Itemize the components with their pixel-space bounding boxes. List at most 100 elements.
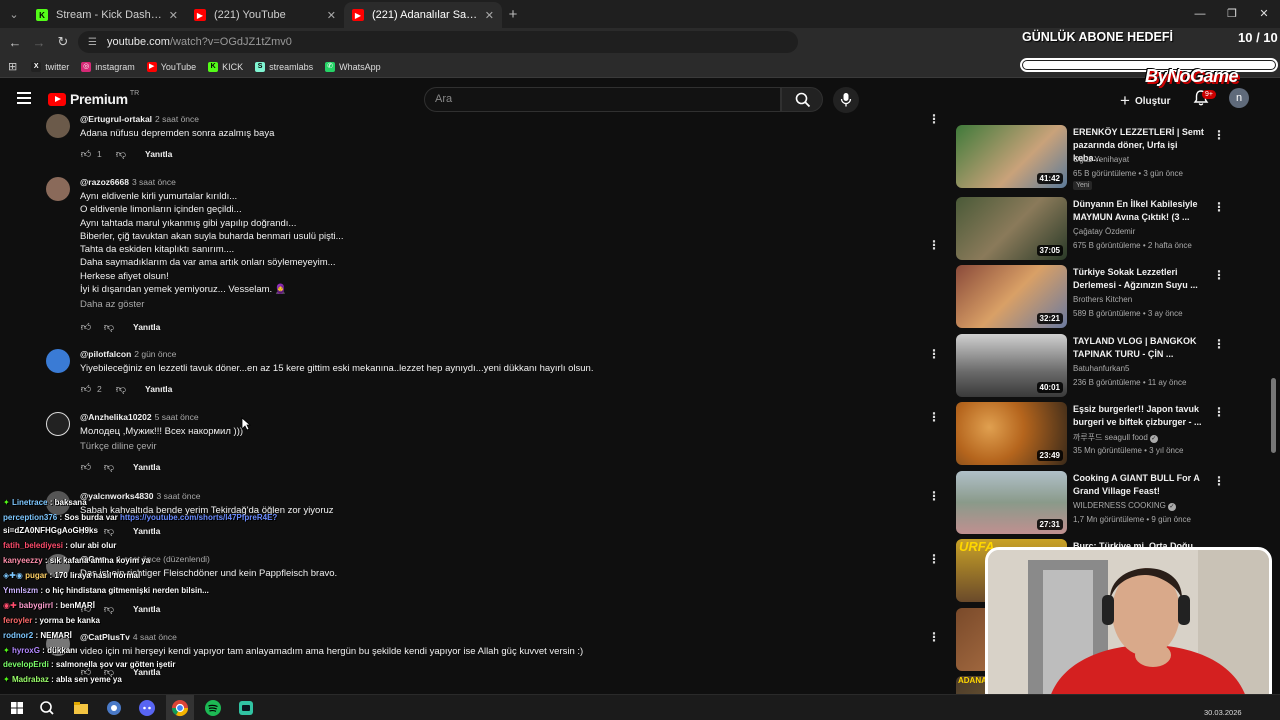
related-video[interactable]: 32:21 Türkiye Sokak Lezzetleri Derlemesi… bbox=[955, 265, 1275, 331]
close-tab-icon[interactable]: ✕ bbox=[485, 9, 494, 22]
video-title[interactable]: Cooking A GIANT BULL For A Grand Village… bbox=[1073, 472, 1208, 498]
tab-kick-dashboard[interactable]: K Stream - Kick Dashboard ✕ bbox=[28, 2, 186, 28]
more-options-icon[interactable]: ⋮ bbox=[928, 410, 940, 424]
related-video[interactable]: 41:42 ERENKÖY LEZZETLERİ | Semt pazarınd… bbox=[955, 125, 1275, 191]
related-video[interactable]: 37:05 Dünyanın En İlkel Kabilesiyle MAYM… bbox=[955, 197, 1275, 263]
more-options-icon[interactable]: ⋮ bbox=[1213, 474, 1225, 488]
more-options-icon[interactable]: ⋮ bbox=[928, 630, 940, 644]
url-field[interactable]: ☰ youtube.com/watch?v=OGdJZ1tZmv0 bbox=[78, 31, 798, 53]
streamlabs-icon[interactable] bbox=[237, 699, 255, 717]
commenter-name[interactable]: @pilotfalcon bbox=[80, 349, 131, 359]
search-input[interactable]: Ara bbox=[424, 87, 781, 112]
dislike-icon[interactable]: 👎︎ bbox=[103, 461, 115, 473]
show-less-button[interactable]: Daha az göster bbox=[80, 299, 144, 310]
more-options-icon[interactable]: ⋮ bbox=[928, 238, 940, 252]
tab-video-active[interactable]: ▶ (221) Adanalılar Sabahın Körün ✕ bbox=[344, 2, 502, 28]
dislike-icon[interactable]: 👎︎ bbox=[103, 321, 115, 333]
like-icon[interactable]: 👍︎ bbox=[80, 461, 92, 473]
video-thumbnail[interactable]: 40:01 bbox=[956, 334, 1067, 397]
like-icon[interactable]: 👍︎ bbox=[80, 383, 92, 395]
bookmark-twitter[interactable]: Xtwitter bbox=[31, 61, 69, 72]
commenter-name[interactable]: @Ertugrul-ortakal bbox=[80, 114, 152, 124]
minimize-icon[interactable]: — bbox=[1184, 0, 1216, 28]
close-tab-icon[interactable]: ✕ bbox=[169, 9, 178, 22]
comment-time[interactable]: 2 gün önce bbox=[134, 349, 176, 359]
chrome-icon[interactable] bbox=[171, 699, 189, 717]
video-thumbnail[interactable]: 23:49 bbox=[956, 402, 1067, 465]
related-video[interactable]: 40:01 TAYLAND VLOG | BANGKOK TAPINAK TUR… bbox=[955, 334, 1275, 400]
bookmark-kick[interactable]: K KICK bbox=[208, 61, 243, 72]
commenter-name[interactable]: @Anzhelika10202 bbox=[80, 412, 152, 422]
video-title[interactable]: Türkiye Sokak Lezzetleri Derlemesi - Ağz… bbox=[1073, 266, 1208, 292]
reply-button[interactable]: Yanıtla bbox=[133, 322, 160, 332]
commenter-avatar[interactable] bbox=[46, 349, 70, 373]
comment-time[interactable]: 2 saat önce bbox=[155, 114, 199, 124]
commenter-avatar[interactable] bbox=[46, 177, 70, 201]
video-thumbnail[interactable]: 41:42 bbox=[956, 125, 1067, 188]
video-thumbnail[interactable]: 32:21 bbox=[956, 265, 1067, 328]
dislike-icon[interactable]: 👎︎ bbox=[115, 148, 127, 160]
search-button[interactable] bbox=[781, 87, 823, 112]
bookmark-youtube[interactable]: ▶ YouTube bbox=[146, 61, 196, 72]
translate-button[interactable]: Türkçe diline çevir bbox=[80, 441, 157, 452]
like-icon[interactable]: 👍︎ bbox=[80, 321, 92, 333]
file-explorer-icon[interactable] bbox=[72, 699, 90, 717]
bookmark-whatsapp[interactable]: ✆ WhatsApp bbox=[325, 61, 381, 72]
commenter-avatar[interactable] bbox=[46, 114, 70, 138]
menu-icon[interactable] bbox=[17, 92, 31, 107]
account-avatar[interactable]: n bbox=[1229, 88, 1249, 108]
channel-name[interactable]: WILDERNESS COOKING ✓ bbox=[1073, 501, 1176, 511]
tab-search-icon[interactable]: ⌄ bbox=[0, 0, 28, 28]
discord-icon[interactable] bbox=[138, 699, 156, 717]
apps-icon[interactable]: ⊞ bbox=[8, 60, 17, 73]
voice-search-button[interactable] bbox=[833, 87, 859, 113]
tab-youtube[interactable]: ▶ (221) YouTube ✕ bbox=[186, 2, 344, 28]
more-options-icon[interactable]: ⋮ bbox=[1213, 200, 1225, 214]
forward-icon[interactable]: → bbox=[27, 35, 51, 50]
create-button[interactable]: + Oluştur bbox=[1120, 91, 1171, 111]
more-options-icon[interactable]: ⋮ bbox=[928, 489, 940, 503]
channel-name[interactable]: Batuhanfurkan5 bbox=[1073, 364, 1130, 373]
more-options-icon[interactable]: ⋮ bbox=[1213, 337, 1225, 351]
video-thumbnail[interactable]: 27:31 bbox=[956, 471, 1067, 534]
new-tab-button[interactable]: + bbox=[502, 6, 524, 23]
youtube-premium-logo[interactable]: Premium TR bbox=[48, 90, 139, 107]
more-options-icon[interactable]: ⋮ bbox=[928, 552, 940, 566]
reply-button[interactable]: Yanıtla bbox=[145, 384, 172, 394]
reload-icon[interactable]: ↻ bbox=[51, 34, 75, 50]
bookmark-streamlabs[interactable]: Sstreamlabs bbox=[255, 61, 313, 72]
comment-time[interactable]: 5 saat önce bbox=[155, 412, 199, 422]
video-title[interactable]: Eşsiz burgerler!! Japon tavuk burgeri ve… bbox=[1073, 403, 1208, 429]
like-icon[interactable]: 👍︎ bbox=[80, 148, 92, 160]
more-options-icon[interactable]: ⋮ bbox=[1213, 405, 1225, 419]
commenter-avatar[interactable] bbox=[46, 412, 70, 436]
windows-start-icon[interactable] bbox=[8, 699, 26, 717]
site-info-icon[interactable]: ☰ bbox=[88, 37, 97, 48]
commenter-name[interactable]: @razoz6668 bbox=[80, 177, 129, 187]
video-thumbnail[interactable]: 37:05 bbox=[956, 197, 1067, 260]
close-window-icon[interactable]: ✕ bbox=[1248, 0, 1280, 28]
comment-time[interactable]: 3 saat önce bbox=[132, 177, 176, 187]
channel-name[interactable]: Oğuz Yenihayat bbox=[1073, 155, 1129, 164]
close-tab-icon[interactable]: ✕ bbox=[327, 9, 336, 22]
channel-name[interactable]: Brothers Kitchen bbox=[1073, 295, 1132, 304]
video-title[interactable]: Dünyanın En İlkel Kabilesiyle MAYMUN Avı… bbox=[1073, 198, 1208, 224]
channel-name[interactable]: Çağatay Özdemir bbox=[1073, 227, 1135, 236]
chat-link[interactable]: https://youtube.com/shorts/l47PfpreR4E? bbox=[120, 513, 277, 522]
back-icon[interactable]: ← bbox=[3, 35, 27, 50]
reply-button[interactable]: Yanıtla bbox=[133, 462, 160, 472]
spotify-icon[interactable] bbox=[204, 699, 222, 717]
page-scrollbar[interactable] bbox=[1271, 378, 1276, 453]
more-options-icon[interactable]: ⋮ bbox=[928, 347, 940, 361]
bookmark-instagram[interactable]: ◎ instagram bbox=[81, 61, 135, 72]
related-video[interactable]: 27:31 Cooking A GIANT BULL For A Grand V… bbox=[955, 471, 1275, 537]
related-video[interactable]: 23:49 Eşsiz burgerler!! Japon tavuk burg… bbox=[955, 402, 1275, 468]
video-title[interactable]: TAYLAND VLOG | BANGKOK TAPINAK TURU - Çİ… bbox=[1073, 335, 1208, 361]
dislike-icon[interactable]: 👎︎ bbox=[115, 383, 127, 395]
more-options-icon[interactable]: ⋮ bbox=[1213, 268, 1225, 282]
channel-name[interactable]: 까루푸드 seagull food ✓ bbox=[1073, 432, 1158, 443]
reply-button[interactable]: Yanıtla bbox=[145, 149, 172, 159]
app-icon[interactable] bbox=[105, 699, 123, 717]
restore-icon[interactable]: ❐ bbox=[1216, 0, 1248, 28]
more-options-icon[interactable]: ⋮ bbox=[928, 112, 940, 126]
